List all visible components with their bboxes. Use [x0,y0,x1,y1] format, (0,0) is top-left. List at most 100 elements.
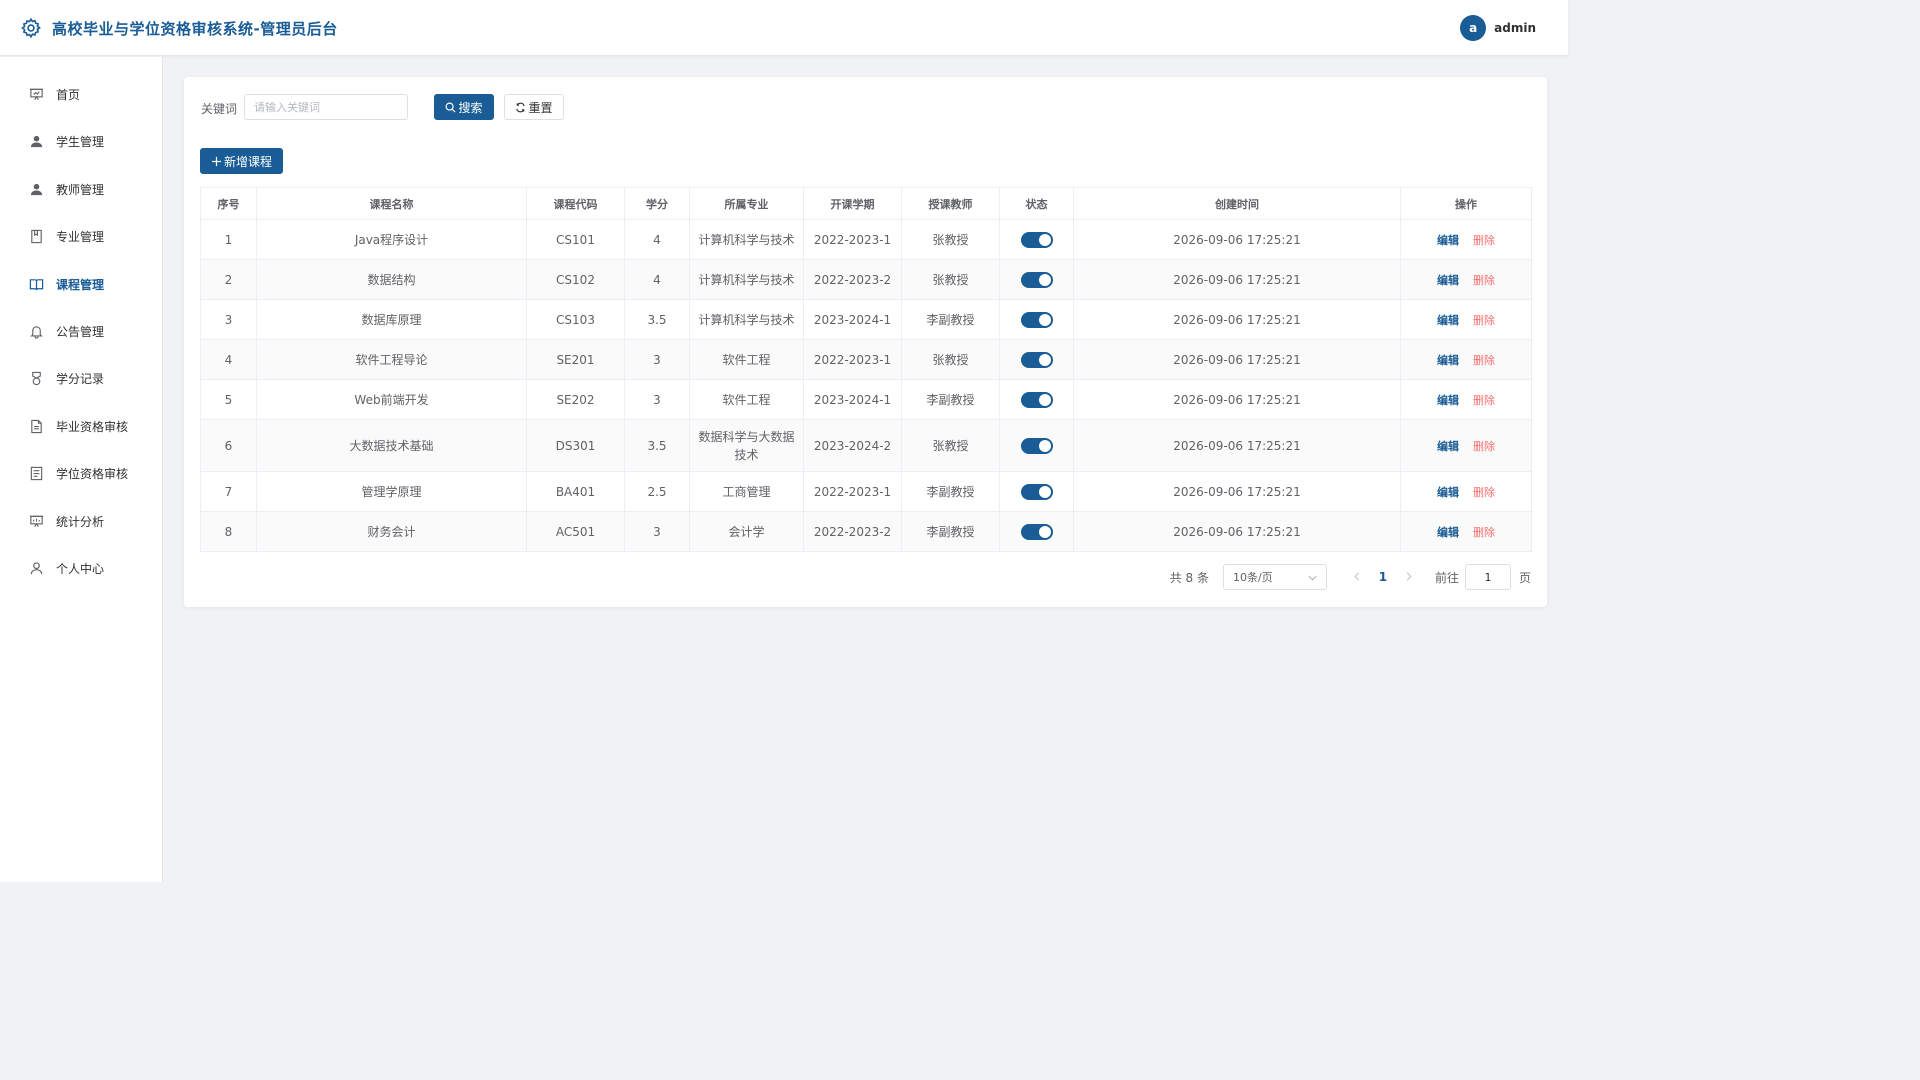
sidebar-item-statistics[interactable]: 统计分析 [0,501,162,541]
cell-teacher: 张教授 [901,339,1000,380]
edit-button[interactable]: 编辑 [1437,314,1459,327]
sidebar-item-degree-review[interactable]: 学位资格审核 [0,453,162,493]
page-number-current[interactable]: 1 [1371,570,1395,584]
cell-term: 2022-2023-1 [803,471,902,512]
goto-page-input[interactable] [1464,564,1511,590]
sidebar: 首页 学生管理 教师管理 专业管理 课程管理 公告管理 学分记录 毕业资格审核 … [0,57,163,882]
cell-index: 6 [200,419,257,472]
delete-button[interactable]: 删除 [1473,354,1495,367]
cell-major: 计算机科学与技术 [689,219,804,260]
edit-button[interactable]: 编辑 [1437,234,1459,247]
table-row: 3 数据库原理 CS103 3.5 计算机科学与技术 2023-2024-1 李… [200,299,1532,340]
sidebar-item-profile[interactable]: 个人中心 [0,548,162,588]
delete-button[interactable]: 删除 [1473,486,1495,499]
delete-button[interactable]: 删除 [1473,274,1495,287]
sidebar-item-graduation-review[interactable]: 毕业资格审核 [0,406,162,446]
cell-teacher: 张教授 [901,419,1000,472]
add-course-button[interactable]: 新增课程 [200,148,283,174]
gear-icon [20,17,42,39]
column-header: 创建时间 [1073,187,1401,220]
cell-index: 8 [200,511,257,552]
reset-button[interactable]: 重置 [504,94,564,120]
cell-course-code: DS301 [526,419,625,472]
status-toggle[interactable] [1020,523,1053,540]
status-toggle[interactable] [1020,311,1053,328]
column-header: 课程代码 [526,187,625,220]
sidebar-item-majors[interactable]: 专业管理 [0,216,162,256]
username[interactable]: admin [1494,21,1536,35]
cell-major: 计算机科学与技术 [689,299,804,340]
keyword-input[interactable] [244,94,408,120]
edit-button[interactable]: 编辑 [1437,354,1459,367]
edit-button[interactable]: 编辑 [1437,394,1459,407]
sidebar-item-students[interactable]: 学生管理 [0,121,162,161]
medal-icon [28,370,44,386]
sidebar-item-courses[interactable]: 课程管理 [0,264,162,304]
top-header: 高校毕业与学位资格审核系统-管理员后台 a admin [0,0,1568,56]
column-header: 课程名称 [256,187,527,220]
cell-course-code: SE202 [526,379,625,420]
edit-button[interactable]: 编辑 [1437,440,1459,453]
status-toggle[interactable] [1020,231,1053,248]
table-row: 2 数据结构 CS102 4 计算机科学与技术 2022-2023-2 张教授 … [200,259,1532,300]
keyword-label: 关键词 [201,102,238,116]
cell-created-time: 2026-09-06 17:25:21 [1073,511,1401,552]
cell-major: 软件工程 [689,339,804,380]
delete-button[interactable]: 删除 [1473,440,1495,453]
document-icon [28,418,44,434]
user-menu[interactable]: a admin [1460,15,1536,41]
cell-created-time: 2026-09-06 17:25:21 [1073,379,1401,420]
edit-button[interactable]: 编辑 [1437,486,1459,499]
sidebar-item-label: 学分记录 [56,371,105,386]
delete-button[interactable]: 删除 [1473,314,1495,327]
course-table: 序号 课程名称 课程代码 学分 所属专业 开课学期 授课教师 状态 创建时间 操… [200,187,1532,552]
cell-term: 2023-2024-2 [803,419,902,472]
cell-teacher: 李副教授 [901,471,1000,512]
sidebar-item-home[interactable]: 首页 [0,74,162,114]
user-filled-icon [28,181,44,197]
delete-button[interactable]: 删除 [1473,234,1495,247]
sidebar-item-label: 专业管理 [56,229,105,244]
cell-course-name: Web前端开发 [256,379,527,420]
cell-course-name: 数据库原理 [256,299,527,340]
delete-button[interactable]: 删除 [1473,394,1495,407]
tickets-icon [28,465,44,481]
avatar[interactable]: a [1460,15,1487,41]
page-size-value: 10条/页 [1232,571,1273,584]
cell-term: 2023-2024-1 [803,299,902,340]
edit-button[interactable]: 编辑 [1437,526,1459,539]
cell-course-name: 管理学原理 [256,471,527,512]
goto-label: 前往 [1434,570,1459,585]
cell-course-code: AC501 [526,511,625,552]
status-toggle[interactable] [1020,483,1053,500]
table-row: 7 管理学原理 BA401 2.5 工商管理 2022-2023-1 李副教授 … [200,471,1532,512]
delete-button[interactable]: 删除 [1473,526,1495,539]
column-header: 状态 [999,187,1074,220]
cell-credit: 3 [624,379,690,420]
search-button[interactable]: 搜索 [434,94,494,120]
column-header: 操作 [1400,187,1532,220]
column-header: 所属专业 [689,187,804,220]
table-row: 5 Web前端开发 SE202 3 软件工程 2023-2024-1 李副教授 … [200,379,1532,420]
status-toggle[interactable] [1020,437,1053,454]
cell-credit: 3 [624,339,690,380]
sidebar-item-teachers[interactable]: 教师管理 [0,169,162,209]
prev-page-button[interactable] [1347,570,1367,584]
cell-created-time: 2026-09-06 17:25:21 [1073,419,1401,472]
cell-term: 2022-2023-2 [803,511,902,552]
sidebar-item-label: 公告管理 [56,324,105,339]
cell-index: 5 [200,379,257,420]
page-size-select[interactable]: 10条/页 [1222,564,1327,590]
cell-teacher: 张教授 [901,219,1000,260]
cell-credit: 4 [624,219,690,260]
sidebar-item-announcements[interactable]: 公告管理 [0,311,162,351]
cell-index: 7 [200,471,257,512]
status-toggle[interactable] [1020,271,1053,288]
status-toggle[interactable] [1020,391,1053,408]
cell-course-code: SE201 [526,339,625,380]
edit-button[interactable]: 编辑 [1437,274,1459,287]
cell-created-time: 2026-09-06 17:25:21 [1073,259,1401,300]
status-toggle[interactable] [1020,351,1053,368]
sidebar-item-credits[interactable]: 学分记录 [0,358,162,398]
next-page-button[interactable] [1399,570,1419,584]
